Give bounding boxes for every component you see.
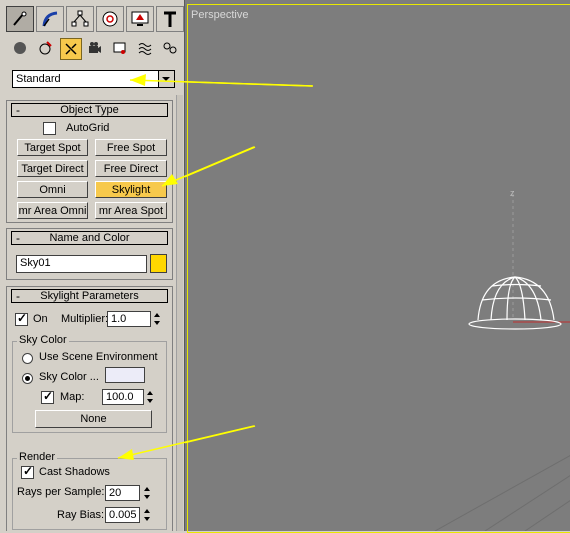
render-group-label: Render: [17, 451, 58, 463]
skylight-gizmo: [468, 276, 562, 330]
cast-shadows-label: Cast Shadows: [39, 466, 110, 478]
autogrid-checkbox[interactable]: [43, 122, 56, 135]
sky-color-swatch[interactable]: [105, 367, 145, 383]
shapes-icon: [39, 41, 52, 55]
grid-line: [484, 475, 570, 531]
multiplier-spinner[interactable]: [153, 311, 162, 327]
multiplier-field[interactable]: 1.0: [107, 311, 151, 327]
object-color-swatch[interactable]: [150, 254, 167, 273]
chevron-down-icon[interactable]: [158, 71, 174, 87]
mr-area-omni-button[interactable]: mr Area Omni: [17, 202, 88, 219]
skylight-parameters-header[interactable]: - Skylight Parameters: [11, 289, 168, 303]
object-type-header[interactable]: - Object Type: [11, 103, 168, 117]
panel-scrollbar[interactable]: [176, 95, 183, 531]
name-color-header[interactable]: - Name and Color: [11, 231, 168, 245]
perspective-viewport[interactable]: Perspective z: [184, 0, 570, 533]
viewport-scene: z: [185, 81, 570, 531]
modify-tab[interactable]: [36, 6, 64, 32]
object-name-value: Sky01: [20, 257, 51, 269]
helpers-icon: [113, 42, 126, 54]
ray-bias-label: Ray Bias:: [57, 509, 105, 521]
object-name-field[interactable]: Sky01: [16, 255, 147, 273]
ray-bias-value: 0.005: [109, 509, 137, 521]
map-label: Map:: [60, 391, 85, 403]
sky-color-group-label: Sky Color: [17, 334, 69, 346]
sky-map-button[interactable]: None: [35, 410, 152, 428]
target-spot-button[interactable]: Target Spot: [17, 139, 88, 156]
z-axis-label: z: [510, 188, 515, 198]
map-amount-field[interactable]: 100.0: [102, 389, 144, 405]
motion-tab[interactable]: [96, 6, 124, 32]
category-dropdown-value: Standard: [16, 73, 61, 85]
rays-per-sample-spinner[interactable]: [143, 485, 152, 501]
cast-shadows-checkbox[interactable]: [21, 464, 34, 479]
render-group: Render Cast Shadows Rays per Sample: 20 …: [12, 451, 167, 530]
space-warps-button[interactable]: [135, 38, 157, 60]
on-label: On: [33, 313, 48, 325]
target-direct-button[interactable]: Target Direct: [17, 160, 88, 177]
annotation-arrows: [185, 81, 314, 444]
hierarchy-tab[interactable]: [66, 6, 94, 32]
sky-color-label: Sky Color ...: [39, 371, 99, 383]
systems-button[interactable]: [160, 38, 182, 60]
map-checkbox[interactable]: [41, 389, 54, 404]
multiplier-label: Multiplier:: [61, 313, 109, 325]
ray-bias-spinner[interactable]: [143, 507, 152, 523]
cameras-icon: [89, 42, 101, 53]
lights-button[interactable]: [60, 38, 82, 60]
name-color-title: Name and Color: [49, 232, 130, 244]
create-tab[interactable]: [6, 6, 34, 32]
rays-per-sample-field[interactable]: 20: [105, 485, 140, 501]
skylight-parameters-rollout: - Skylight Parameters On Multiplier: 1.0…: [6, 286, 173, 531]
utilities-icon: [164, 11, 176, 27]
cameras-button[interactable]: [85, 38, 107, 60]
helpers-button[interactable]: [110, 38, 132, 60]
motion-icon: [102, 11, 118, 27]
shapes-button[interactable]: [35, 38, 57, 60]
object-type-rollout: - Object Type AutoGrid Target Spot Free …: [6, 100, 173, 223]
map-amount-spinner[interactable]: [146, 389, 155, 405]
space-warps-icon: [138, 43, 152, 55]
systems-icon: [163, 42, 177, 54]
sky-color-radio[interactable]: [22, 373, 33, 384]
geometry-button[interactable]: [10, 38, 32, 60]
create-icon: [13, 11, 27, 26]
skylight-button[interactable]: Skylight: [95, 181, 167, 198]
category-dropdown[interactable]: Standard: [12, 70, 175, 88]
object-type-title: Object Type: [60, 104, 119, 116]
display-tab[interactable]: [126, 6, 154, 32]
lights-icon: [65, 43, 77, 55]
on-checkbox[interactable]: [15, 311, 28, 326]
skylight-parameters-title: Skylight Parameters: [40, 290, 139, 302]
multiplier-value: 1.0: [111, 313, 127, 325]
mr-area-spot-button[interactable]: mr Area Spot: [95, 202, 167, 219]
utilities-tab[interactable]: [156, 6, 184, 32]
use-scene-environment-radio[interactable]: [22, 353, 33, 364]
modify-icon: [42, 11, 58, 27]
map-amount-value: 100.0: [106, 391, 134, 403]
hierarchy-icon: [71, 10, 89, 27]
use-scene-environment-label: Use Scene Environment: [39, 351, 158, 363]
free-spot-button[interactable]: Free Spot: [95, 139, 167, 156]
sky-color-group: Sky Color Use Scene Environment Sky Colo…: [12, 334, 167, 433]
rays-per-sample-value: 20: [109, 487, 122, 499]
autogrid-label: AutoGrid: [66, 122, 110, 134]
grid-line: [524, 500, 570, 531]
rays-per-sample-label: Rays per Sample:: [17, 486, 105, 498]
name-color-rollout: - Name and Color Sky01: [6, 228, 173, 280]
omni-button[interactable]: Omni: [17, 181, 88, 198]
free-direct-button[interactable]: Free Direct: [95, 160, 167, 177]
display-icon: [131, 11, 149, 26]
geometry-icon: [14, 42, 26, 54]
ray-bias-field[interactable]: 0.005: [105, 507, 140, 523]
command-panel: Standard - Object Type AutoGrid Target S…: [0, 0, 184, 531]
